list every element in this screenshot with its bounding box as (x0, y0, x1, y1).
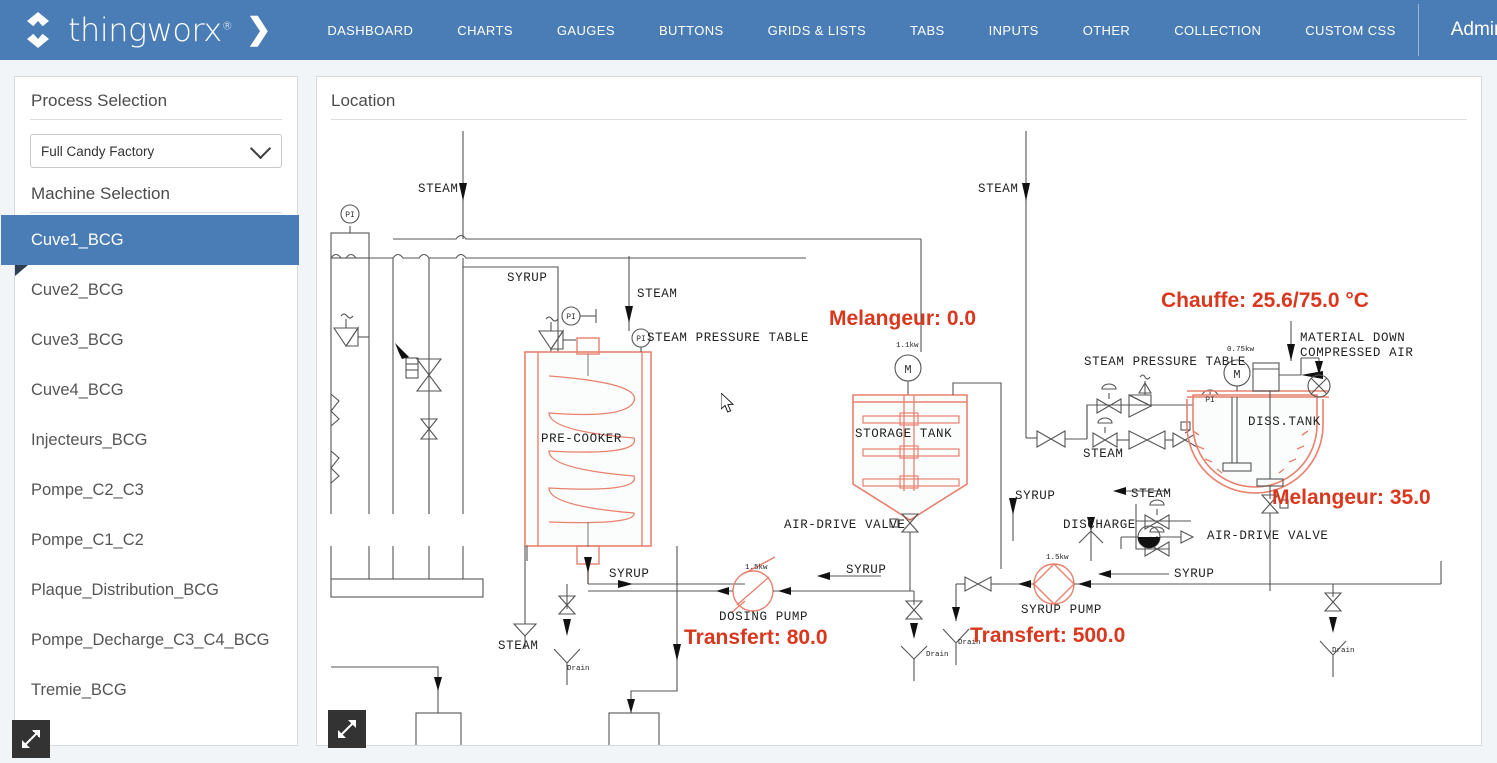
nav-buttons[interactable]: BUTTONS (637, 23, 746, 38)
tag-motor-storage: M (904, 363, 911, 377)
label-kw-storage: 1.1kw (896, 342, 919, 350)
label-kw-dosing: 1.5kw (745, 564, 768, 572)
nav-grids-lists[interactable]: GRIDS & LISTS (746, 23, 888, 38)
overlay-transfert-dosing: Transfert: 80.0 (684, 626, 828, 649)
top-navigation-bar: thingworx® ❯ DASHBOARD CHARTS GAUGES BUT… (0, 0, 1497, 60)
tag-pi-2: PI (566, 313, 576, 322)
nav-divider (1417, 4, 1419, 56)
sidebar-item-plaque-distribution-bcg[interactable]: Plaque_Distribution_BCG (15, 565, 297, 615)
nav-gauges[interactable]: GAUGES (535, 23, 637, 38)
brand-name: thingworx® (68, 11, 233, 49)
label-kw-syrup: 1.5kw (1046, 554, 1069, 562)
sidebar-item-cuve3-bcg[interactable]: Cuve3_BCG (15, 315, 297, 365)
tag-pi-4: PI (1205, 396, 1215, 405)
sidebar-item-cuve2-bcg[interactable]: Cuve2_BCG (15, 265, 297, 315)
sidebar-item-pompe-c1-c2[interactable]: Pompe_C1_C2 (15, 515, 297, 565)
label-steam-pressure-table-1: STEAM PRESSURE TABLE (647, 331, 810, 345)
nav-charts[interactable]: CHARTS (435, 23, 535, 38)
machine-selection-label: Machine Selection (31, 184, 170, 203)
label-syrup-3: SYRUP (846, 563, 887, 577)
label-discharge: DISCHARGE (1063, 518, 1136, 532)
process-selection-label: Process Selection (31, 91, 168, 110)
location-panel: Location PI PI PI PI M M STEAM SYRUP STE… (316, 76, 1482, 746)
machine-label-divider (30, 212, 282, 213)
resize-handle-diagram[interactable] (328, 710, 366, 748)
sidebar-item-cuve1-bcg[interactable]: Cuve1_BCG (1, 215, 299, 265)
brand-registered-mark: ® (221, 19, 233, 33)
nav-items-container: DASHBOARD CHARTS GAUGES BUTTONS GRIDS & … (305, 23, 1417, 38)
label-storage-tank: STORAGE TANK (855, 427, 953, 441)
process-selection-panel: Process Selection Full Candy Factory Mac… (1, 76, 299, 746)
process-label-divider (30, 119, 282, 120)
overlay-transfert-syrup: Transfert: 500.0 (970, 624, 1126, 647)
sidebar-item-pompe-c2-c3[interactable]: Pompe_C2_C3 (15, 465, 297, 515)
sidebar-item-pompe-decharge-c3-c4-bcg[interactable]: Pompe_Decharge_C3_C4_BCG (15, 615, 297, 665)
sidebar-item-injecteurs-bcg[interactable]: Injecteurs_BCG (15, 415, 297, 465)
overlay-chauffe: Chauffe: 25.6/75.0 °C (1161, 289, 1369, 312)
title-divider (331, 119, 1467, 120)
label-material-down: MATERIAL DOWN (1300, 331, 1406, 345)
overlay-melangeur-storage: Melangeur: 0.0 (829, 307, 977, 330)
label-syrup-2: SYRUP (609, 567, 650, 581)
label-syrup-pump: SYRUP PUMP (1021, 603, 1103, 617)
label-steam-6: STEAM (1131, 487, 1172, 501)
resize-handle-sidebar[interactable] (12, 720, 50, 758)
mouse-cursor (720, 391, 737, 420)
nav-right-cluster: Administrator (1417, 0, 1497, 60)
tag-pi-3: PI (636, 335, 646, 344)
user-name-label: Administrator (1450, 19, 1497, 40)
nav-collection[interactable]: COLLECTION (1152, 23, 1283, 38)
label-steam-pressure-table-2: STEAM PRESSURE TABLE (1084, 355, 1247, 369)
overlay-melangeur-diss: Melangeur: 35.0 (1272, 486, 1431, 509)
thingworx-logo-icon (18, 10, 58, 50)
sidebar-item-cuve4-bcg[interactable]: Cuve4_BCG (15, 365, 297, 415)
label-steam-5: STEAM (1083, 447, 1124, 461)
label-syrup-5: SYRUP (1174, 567, 1215, 581)
label-dosing-pump: DOSING PUMP (719, 610, 809, 624)
label-steam-3: STEAM (498, 639, 539, 653)
label-steam-1: STEAM (418, 182, 459, 196)
label-air-drive-valve-1: AIR-DRIVE VALVE (784, 518, 906, 532)
machine-list: Cuve1_BCG Cuve2_BCG Cuve3_BCG Cuve4_BCG … (1, 215, 299, 715)
label-air-drive-valve-2: AIR-DRIVE VALVE (1207, 529, 1329, 543)
label-diss-tank: DISS.TANK (1248, 415, 1321, 429)
label-syrup-4: SYRUP (1015, 489, 1056, 503)
page-title: Location (331, 91, 396, 110)
label-steam-2: STEAM (637, 287, 678, 301)
label-compressed-air: COMPRESSED AIR (1300, 346, 1414, 360)
sidebar-item-tremie-bcg[interactable]: Tremie_BCG (15, 665, 297, 715)
tag-pi-1: PI (345, 211, 355, 220)
brand-text: thingworx (68, 11, 222, 49)
nav-tabs[interactable]: TABS (888, 23, 967, 38)
selection-pointer (15, 265, 28, 276)
label-drain-2: Drain (926, 651, 949, 659)
process-select-dropdown[interactable]: Full Candy Factory (30, 134, 282, 168)
label-drain-1: Drain (567, 665, 590, 673)
nav-dashboard[interactable]: DASHBOARD (305, 23, 435, 38)
chevron-right-icon: ❯ (246, 13, 272, 46)
chevron-down-icon (249, 137, 272, 160)
label-pre-cooker: PRE-COOKER (541, 432, 623, 446)
process-select-value: Full Candy Factory (41, 143, 155, 159)
tag-motor-diss: M (1233, 368, 1240, 382)
brand-logo-block[interactable]: thingworx® ❯ (0, 10, 271, 50)
label-kw-diss: 0.75kw (1227, 346, 1255, 354)
nav-other[interactable]: OTHER (1061, 23, 1153, 38)
nav-inputs[interactable]: INPUTS (967, 23, 1061, 38)
label-syrup-1: SYRUP (507, 271, 548, 285)
label-steam-4: STEAM (978, 182, 1019, 196)
label-drain-4: Drain (1332, 647, 1355, 655)
nav-custom-css[interactable]: CUSTOM CSS (1283, 23, 1417, 38)
